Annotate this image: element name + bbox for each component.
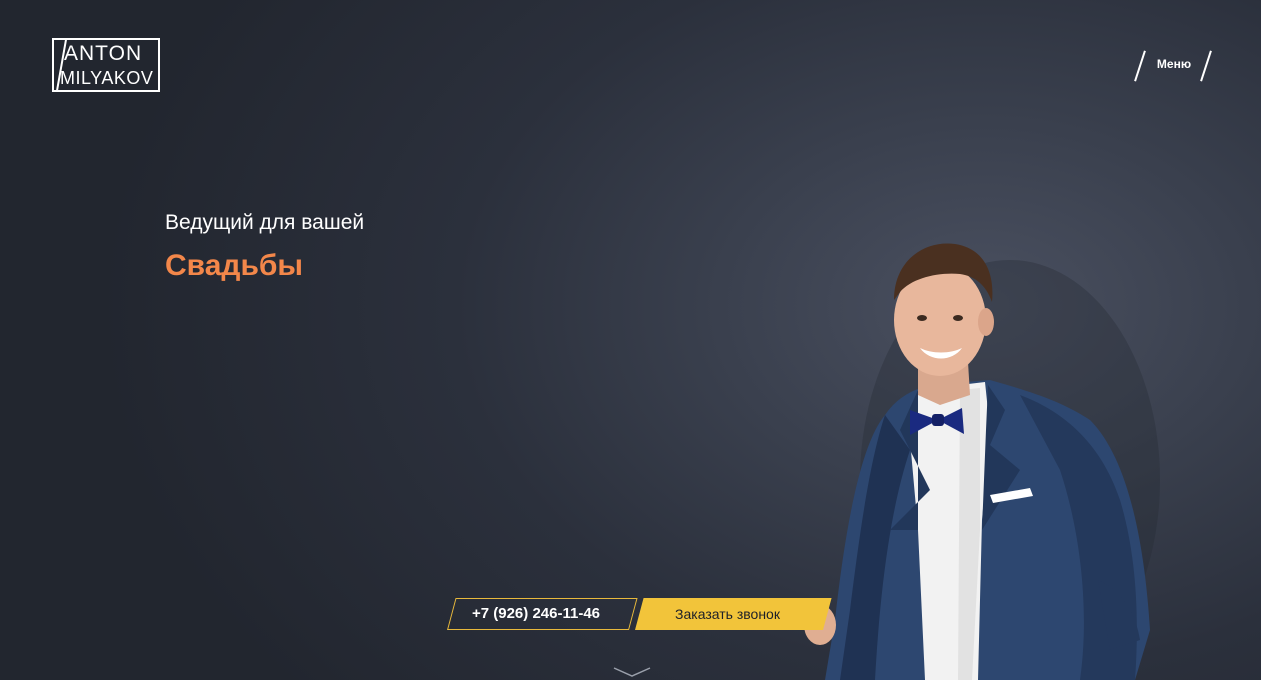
phone-number: +7 (926) 246-11-46 bbox=[471, 605, 600, 622]
order-call-button[interactable]: Заказать звонок bbox=[629, 598, 832, 630]
phone-button[interactable]: +7 (926) 246-11-46 bbox=[441, 598, 638, 630]
chevron-down-icon[interactable] bbox=[612, 664, 652, 680]
hero-section: ANTON MILYAKOV Меню Ведущий для вашей Св… bbox=[0, 0, 1261, 680]
logo[interactable]: ANTON MILYAKOV bbox=[52, 38, 160, 92]
order-call-label: Заказать звонок bbox=[675, 606, 780, 622]
menu-button[interactable]: Меню bbox=[1132, 50, 1216, 82]
logo-line-1: ANTON bbox=[64, 42, 143, 65]
hero-subtitle: Ведущий для вашей bbox=[165, 211, 365, 234]
hero-title: Свадьбы bbox=[165, 249, 304, 282]
logo-line-2: MILYAKOV bbox=[60, 68, 154, 88]
host-photo bbox=[804, 243, 1160, 680]
